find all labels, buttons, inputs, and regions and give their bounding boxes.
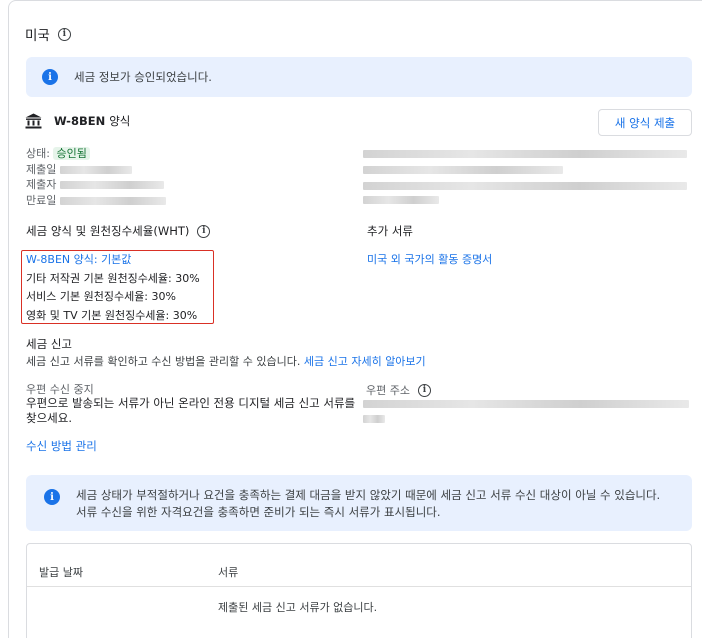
status-badge: 승인됨 [53, 147, 90, 160]
wht-rate-copyright: 기타 저작권 기본 원천징수세율: 30% [26, 271, 200, 285]
mail-address-title: 우편 주소 i [366, 382, 431, 398]
redacted-value [363, 196, 439, 204]
table-divider [27, 586, 691, 587]
wht-title: 세금 양식 및 원천징수세율(WHT) i [26, 223, 211, 239]
manage-delivery-link[interactable]: 수신 방법 관리 [26, 438, 97, 454]
tax-filing-learn-more-link[interactable]: 세금 신고 자세히 알아보기 [304, 355, 426, 368]
info-icon[interactable]: i [417, 383, 431, 397]
redacted-value [363, 415, 385, 423]
redacted-value [363, 182, 687, 190]
country-title: 미국 [25, 28, 50, 44]
section-title: 미국 i [25, 24, 71, 44]
mail-stop-desc: 우편으로 발송되는 서류가 아닌 온라인 전용 디지털 세금 신고 서류를 찾으… [26, 396, 356, 425]
redacted-value [363, 166, 563, 174]
form-details: 상태: 승인됨 제출일 제출자 만료일 [26, 146, 166, 208]
new-form-button[interactable]: 새 양식 제출 [598, 109, 692, 136]
wht-list: W-8BEN 양식: 기본값 기타 저작권 기본 원천징수세율: 30% 서비스… [26, 251, 200, 325]
tax-filing-desc: 세금 신고 서류를 확인하고 수신 방법을 관리할 수 있습니다. 세금 신고 … [26, 355, 426, 368]
info-icon: i [42, 69, 58, 85]
info-icon: i [44, 489, 60, 505]
wht-rate-service: 서비스 기본 원천징수세율: 30% [26, 290, 176, 303]
info-icon[interactable]: i [57, 27, 71, 41]
info-icon[interactable]: i [197, 224, 211, 238]
wht-rate-film-tv: 영화 및 TV 기본 원천징수세율: 30% [26, 308, 198, 322]
redacted-value [363, 150, 687, 158]
form-row: W-8BEN 양식 [25, 113, 130, 129]
submitter-row: 제출자 [26, 177, 166, 193]
redacted-value [59, 196, 166, 205]
eligibility-banner: i 세금 상태가 부적절하거나 요건을 충족하는 결제 대금을 받지 않았기 때… [26, 475, 692, 531]
additional-docs-title: 추가 서류 [367, 224, 413, 238]
redacted-value [363, 400, 689, 408]
empty-message: 제출된 세금 신고 서류가 없습니다. [218, 601, 378, 614]
wht-default-link[interactable]: W-8BEN 양식: 기본값 [26, 251, 200, 270]
activity-certificate-link[interactable]: 미국 외 국가의 활동 증명서 [367, 251, 492, 267]
tax-documents-table: 발급 날짜 서류 제출된 세금 신고 서류가 없습니다. [26, 543, 692, 638]
mail-stop-title: 우편 수신 중지 [26, 383, 94, 396]
bank-icon [25, 113, 42, 129]
approved-banner: i 세금 정보가 승인되었습니다. [26, 57, 692, 97]
approved-banner-text: 세금 정보가 승인되었습니다. [74, 69, 212, 84]
form-name: W-8BEN 양식 [54, 114, 131, 128]
column-header-document: 서류 [218, 566, 239, 579]
redacted-value [59, 165, 132, 174]
status-row: 상태: 승인됨 [26, 146, 166, 162]
eligibility-banner-text: 세금 상태가 부적절하거나 요건을 충족하는 결제 대금을 받지 않았기 때문에… [76, 488, 661, 519]
tax-filing-title: 세금 신고 [26, 337, 72, 351]
submitted-row: 제출일 [26, 162, 166, 178]
redacted-value [59, 181, 164, 189]
expiry-row: 만료일 [26, 193, 166, 209]
column-header-issue-date: 발급 날짜 [39, 566, 83, 579]
